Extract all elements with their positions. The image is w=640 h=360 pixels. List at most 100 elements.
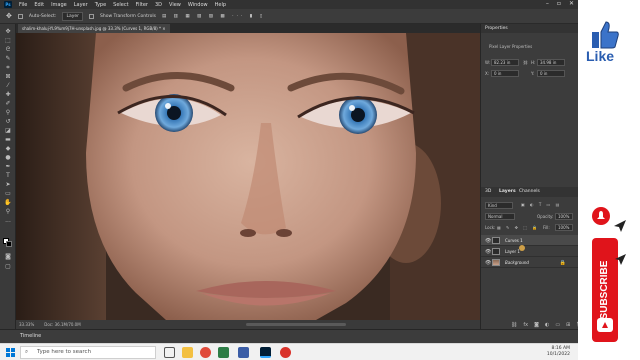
crop-icon[interactable]: ⌗	[3, 64, 13, 71]
bell-icon[interactable]	[591, 206, 611, 226]
tab-layers[interactable]: Layers	[499, 189, 516, 194]
history-brush-icon[interactable]: ↺	[3, 118, 13, 125]
path-select-icon[interactable]: ➤	[3, 181, 13, 188]
group-icon[interactable]: ▭	[555, 322, 560, 328]
layer-filter-dropdown[interactable]: Kind	[485, 202, 513, 209]
adjustment-icon[interactable]: ◐	[545, 322, 549, 328]
file-explorer-icon[interactable]	[182, 347, 193, 358]
timeline-label[interactable]: Timeline	[20, 333, 41, 339]
layer-name[interactable]: Layer 1	[505, 249, 520, 254]
menu-3d[interactable]: 3D	[155, 2, 162, 8]
like-label[interactable]: Like	[586, 48, 614, 64]
link-layers-icon[interactable]: ⛓	[511, 322, 517, 328]
minimize-icon[interactable]: –	[546, 0, 549, 7]
menu-filter[interactable]: Filter	[136, 2, 148, 8]
document-size[interactable]: Doc: 36.1M/70.0M	[44, 322, 80, 327]
menu-image[interactable]: Image	[51, 2, 67, 8]
transform-controls-label: Show Transform Controls	[99, 13, 156, 19]
visibility-eye-icon[interactable]: 👁	[485, 238, 491, 244]
layer-row-background[interactable]: 👁 Background 🔒	[481, 257, 578, 268]
move-tool-icon[interactable]: ✥	[6, 12, 12, 20]
x-field[interactable]: 0 in	[491, 70, 519, 77]
fx-icon[interactable]: fx	[523, 322, 528, 328]
gradient-icon[interactable]: ▬	[3, 136, 13, 143]
tab-channels[interactable]: Channels	[519, 189, 540, 194]
layer-row-layer1[interactable]: 👁 Layer 1	[481, 246, 578, 257]
lock-icons[interactable]: ▦ ✎ ✥ ⬚ 🔒	[497, 225, 539, 230]
recorder-icon[interactable]	[280, 347, 291, 358]
photoshop-taskbar-icon[interactable]	[260, 347, 271, 358]
frame-icon[interactable]: ⊠	[3, 73, 13, 80]
shape-icon[interactable]: ▭	[3, 190, 13, 197]
blend-mode-dropdown[interactable]: Normal	[485, 213, 515, 220]
quick-select-icon[interactable]: ✎	[3, 55, 13, 62]
screen-mode-icon[interactable]: ▢	[3, 263, 13, 270]
auto-select-dropdown[interactable]: Layer	[62, 11, 83, 21]
task-view-icon[interactable]	[164, 347, 175, 358]
menu-select[interactable]: Select	[113, 2, 128, 8]
mask-icon[interactable]: ◙	[534, 322, 539, 328]
zoom-level[interactable]: 33.33%	[19, 322, 34, 327]
height-label: H:	[531, 60, 536, 65]
move-icon[interactable]: ✥	[3, 28, 13, 35]
menu-view[interactable]: View	[169, 2, 181, 8]
fill-label: Fill:	[543, 225, 550, 230]
type-icon[interactable]: T	[3, 172, 13, 179]
blur-icon[interactable]: ◆	[3, 145, 13, 152]
hand-icon[interactable]: ✋	[3, 199, 13, 206]
opacity-field[interactable]: 100%	[555, 213, 573, 220]
menu-file[interactable]: File	[19, 2, 27, 8]
menu-edit[interactable]: Edit	[34, 2, 44, 8]
filter-icons[interactable]: ▣ ◐ T ▭ ▤	[521, 202, 561, 207]
pixel-layer-properties: Pixel Layer Properties	[489, 44, 533, 49]
properties-tab[interactable]: Properties	[485, 26, 508, 31]
close-tab-icon[interactable]: ×	[162, 26, 165, 31]
stamp-icon[interactable]: ⚲	[3, 109, 13, 116]
adjustment-thumbnail	[492, 237, 500, 244]
quick-mask-icon[interactable]: ◙	[3, 253, 13, 260]
close-icon[interactable]: ✕	[569, 0, 574, 7]
clock-date[interactable]: 10/1/2022	[547, 352, 570, 358]
dodge-icon[interactable]: ●	[3, 154, 13, 161]
width-field[interactable]: 82.23 in	[491, 59, 519, 66]
maximize-icon[interactable]: ▫	[557, 0, 561, 7]
align-icons[interactable]: ▤ ▥ ▦ ▧ ▨ ▩ ··· ▮ ▯	[162, 14, 265, 19]
layer-name[interactable]: Background	[505, 260, 529, 265]
height-field[interactable]: 34.98 in	[537, 59, 565, 66]
y-field[interactable]: 0 in	[537, 70, 565, 77]
more-tools-icon[interactable]: ···	[3, 219, 13, 226]
tab-3d[interactable]: 3D	[485, 189, 491, 194]
fill-field[interactable]: 100%	[555, 224, 573, 231]
document-tab[interactable]: shalim-khaluj-YL9Yum9j7H-unsplash.jpg @ …	[18, 24, 170, 33]
eraser-icon[interactable]: ◪	[3, 127, 13, 134]
menu-layer[interactable]: Layer	[74, 2, 88, 8]
eyedropper-icon[interactable]: ⁄	[3, 82, 13, 89]
app-icon[interactable]	[218, 347, 229, 358]
visibility-eye-icon[interactable]: 👁	[485, 260, 491, 266]
marquee-icon[interactable]: ⬚	[3, 37, 13, 44]
healing-icon[interactable]: ✚	[3, 91, 13, 98]
app-icon[interactable]	[238, 347, 249, 358]
menu-window[interactable]: Window	[188, 2, 208, 8]
new-layer-icon[interactable]: ⊞	[566, 322, 570, 328]
link-icon[interactable]: ⛓	[523, 60, 528, 65]
transform-controls-checkbox[interactable]	[88, 13, 94, 19]
menu-type[interactable]: Type	[95, 2, 106, 8]
lasso-icon[interactable]: ᘓ	[3, 46, 13, 53]
document-canvas[interactable]	[16, 33, 480, 320]
menu-help[interactable]: Help	[215, 2, 226, 8]
background-color-swatch[interactable]	[6, 241, 12, 247]
layer-name[interactable]: Curves 1	[505, 238, 523, 243]
horizontal-scrollbar[interactable]	[246, 323, 346, 326]
cursor-arrow-icon	[614, 220, 626, 232]
brush-icon[interactable]: ✐	[3, 100, 13, 107]
opacity-label: Opacity:	[537, 214, 554, 219]
auto-select-checkbox[interactable]	[17, 13, 23, 19]
visibility-eye-icon[interactable]: 👁	[485, 249, 491, 255]
taskbar-search[interactable]: ⌕ Type here to search	[20, 346, 156, 359]
chrome-icon[interactable]	[200, 347, 211, 358]
windows-start-icon[interactable]	[6, 348, 15, 357]
layer-row-curves[interactable]: 👁 Curves 1	[481, 235, 578, 246]
pen-icon[interactable]: ✒	[3, 163, 13, 170]
zoom-icon[interactable]: ⚲	[3, 208, 13, 215]
